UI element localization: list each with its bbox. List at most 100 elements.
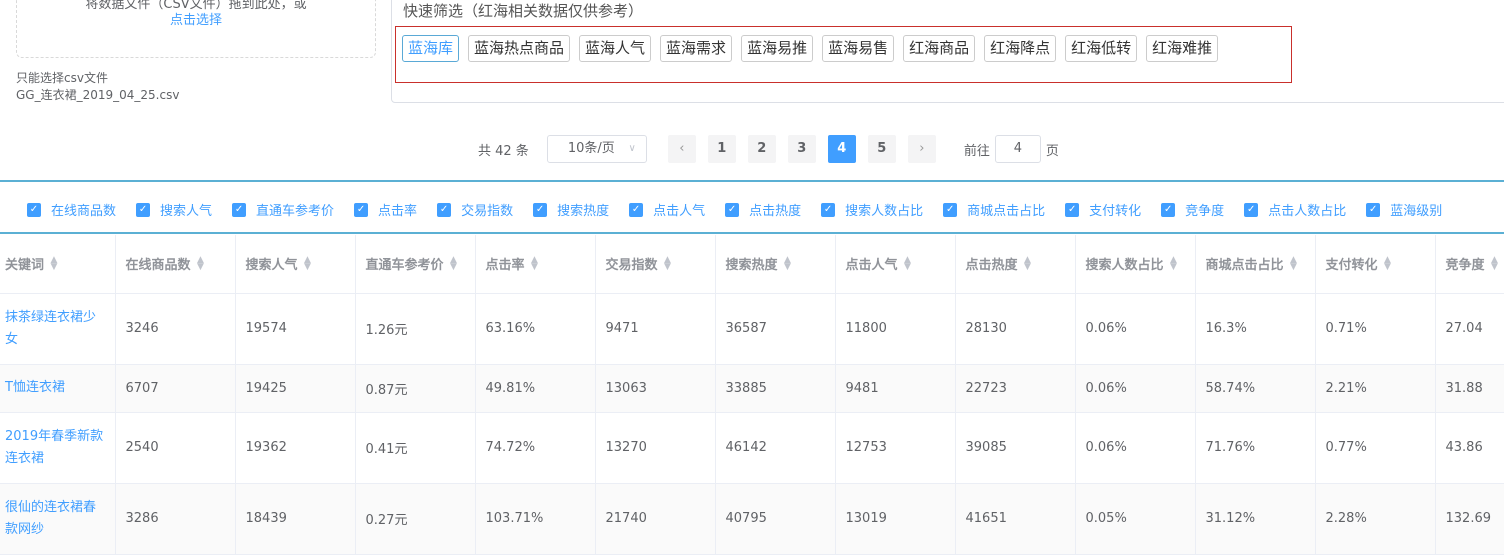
page-button[interactable]: 5 (867, 135, 896, 163)
keyword-link[interactable]: T恤连衣裙 (0, 364, 116, 413)
keyword-link[interactable]: 抹茶绿连衣裙少女 (0, 293, 116, 365)
table-row: 很仙的连衣裙春款网纱 3286 18439 0.27元 103.71% 21740 4079… (0, 483, 1504, 555)
quick-filter-tag[interactable]: 蓝海易推 (741, 35, 814, 62)
quick-filter-tag[interactable]: 蓝海需求 (660, 35, 733, 62)
pagination: 共 42 条 10条/页 ∨ ‹ 12345 › 前往 4 页 (478, 135, 1059, 163)
column-header[interactable]: 搜索人气 ▲▼ (235, 235, 356, 294)
goto-page-input[interactable]: 4 (994, 135, 1041, 163)
page-button[interactable]: 2 (747, 135, 776, 163)
column-toggle-checkbox[interactable]: ✓ 搜索热度 (533, 200, 609, 219)
column-header[interactable]: 点击热度 ▲▼ (955, 235, 1076, 294)
column-toggle-label: 搜索人气 (160, 204, 213, 219)
column-toggle-checkbox[interactable]: ✓ 点击人气 (629, 200, 705, 219)
table-cell: 6707 (115, 364, 236, 413)
quick-filter-tag[interactable]: 红海商品 (903, 35, 976, 62)
checkbox-checked-icon: ✓ (1161, 202, 1176, 217)
column-header[interactable]: 商城点击占比 ▲▼ (1195, 235, 1316, 294)
table-cell: 21740 (595, 483, 716, 555)
sort-icon[interactable]: ▲▼ (903, 255, 913, 269)
sort-icon[interactable]: ▲▼ (530, 255, 540, 269)
quick-filter-tag[interactable]: 蓝海热点商品 (468, 35, 571, 62)
table-cell: 0.77% (1315, 412, 1436, 484)
column-toggle-checkbox[interactable]: ✓ 商城点击占比 (943, 200, 1045, 219)
sort-icon[interactable]: ▲▼ (1023, 255, 1033, 269)
table-cell: 31.88 (1435, 364, 1504, 413)
checkbox-checked-icon: ✓ (821, 202, 836, 217)
table-cell: 33885 (715, 364, 836, 413)
quick-filter-tags: 蓝海库 蓝海热点商品 蓝海人气 蓝海需求 蓝海易推 蓝海易售 红海商品 红海降点 红海低转 红海难… (402, 35, 1219, 62)
checkbox-checked-icon: ✓ (629, 202, 644, 217)
column-toggle-checkbox[interactable]: ✓ 搜索人气 (136, 200, 212, 219)
checkbox-checked-icon: ✓ (533, 202, 548, 217)
upload-pick-link[interactable]: 点击选择 (17, 9, 375, 28)
sort-icon[interactable]: ▲▼ (449, 255, 459, 269)
table-cell: 46142 (715, 412, 836, 484)
column-header[interactable]: 关键词 ▲▼ (0, 235, 116, 294)
quick-filter-tag[interactable]: 蓝海库 (402, 35, 460, 62)
column-header[interactable]: 竞争度 ▲▼ (1435, 235, 1504, 294)
next-page-button[interactable]: › (907, 135, 936, 163)
table-cell: 0.06% (1075, 293, 1196, 365)
table-cell: 13063 (595, 364, 716, 413)
table-cell: 41651 (955, 483, 1076, 555)
column-toggle-checkbox[interactable]: ✓ 搜索人数占比 (821, 200, 923, 219)
goto-label: 前往 (963, 143, 990, 159)
sort-icon[interactable]: ▲▼ (783, 255, 793, 269)
table-cell: 43.86 (1435, 412, 1504, 484)
upload-dropzone[interactable]: 将数据文件（CSV文件）拖到此处，或 点击选择 (16, 0, 376, 58)
column-header[interactable]: 直通车参考价 ▲▼ (355, 235, 476, 294)
column-header[interactable]: 搜索热度 ▲▼ (715, 235, 836, 294)
column-toggle-checkbox[interactable]: ✓ 点击热度 (725, 200, 801, 219)
column-header[interactable]: 点击率 ▲▼ (475, 235, 596, 294)
page-suffix: 页 (1045, 143, 1059, 159)
column-toggle-bar: ✓ 在线商品数 ✓ 搜索人气 ✓ 直通车参考价 ✓ 点击率 ✓ 交易指数 ✓ 搜索热度 ✓ 点击人气 ✓ 点击… (0, 180, 1504, 234)
column-toggle-checkbox[interactable]: ✓ 在线商品数 (27, 200, 116, 219)
column-toggle-checkbox[interactable]: ✓ 点击率 (354, 200, 417, 219)
column-toggle-checkbox[interactable]: ✓ 交易指数 (437, 200, 513, 219)
keyword-link[interactable]: 2019年春季新款连衣裙 (0, 412, 116, 484)
column-toggle-checkbox[interactable]: ✓ 蓝海级别 (1366, 200, 1442, 219)
table-cell: 9481 (835, 364, 956, 413)
sort-icon[interactable]: ▲▼ (49, 255, 59, 269)
column-toggle-label: 直通车参考价 (256, 204, 335, 219)
page-button[interactable]: 4 (827, 135, 856, 163)
quick-filter-tag[interactable]: 红海降点 (984, 35, 1057, 62)
checkbox-checked-icon: ✓ (437, 202, 452, 217)
column-header[interactable]: 在线商品数 ▲▼ (115, 235, 236, 294)
quick-filter-tag[interactable]: 蓝海人气 (579, 35, 652, 62)
sort-icon[interactable]: ▲▼ (1169, 255, 1179, 269)
column-toggle-checkbox[interactable]: ✓ 支付转化 (1065, 200, 1141, 219)
table-cell: 71.76% (1195, 412, 1316, 484)
quick-filter-tag[interactable]: 红海低转 (1065, 35, 1138, 62)
column-header-label: 点击人气 (845, 258, 898, 274)
page-button[interactable]: 1 (707, 135, 736, 163)
quick-filter-tag[interactable]: 红海难推 (1146, 35, 1219, 62)
sort-icon[interactable]: ▲▼ (1289, 255, 1299, 269)
table-cell: 0.06% (1075, 364, 1196, 413)
table-cell: 2.28% (1315, 483, 1436, 555)
column-toggle-checkbox[interactable]: ✓ 竞争度 (1161, 200, 1224, 219)
column-toggle-label: 在线商品数 (51, 204, 117, 219)
column-header[interactable]: 交易指数 ▲▼ (595, 235, 716, 294)
table-cell: 19362 (235, 412, 356, 484)
page-size-select[interactable]: 10条/页 ∨ (546, 135, 647, 163)
column-header-label: 点击热度 (965, 258, 1018, 274)
prev-page-button[interactable]: ‹ (667, 135, 696, 163)
table-cell: 0.06% (1075, 412, 1196, 484)
column-header[interactable]: 搜索人数占比 ▲▼ (1075, 235, 1196, 294)
sort-icon[interactable]: ▲▼ (303, 255, 313, 269)
column-header-label: 直通车参考价 (365, 258, 444, 274)
column-header-label: 搜索热度 (725, 258, 778, 274)
column-toggle-checkbox[interactable]: ✓ 直通车参考价 (232, 200, 334, 219)
sort-icon[interactable]: ▲▼ (663, 255, 673, 269)
column-header[interactable]: 点击人气 ▲▼ (835, 235, 956, 294)
sort-icon[interactable]: ▲▼ (1490, 255, 1500, 269)
table-cell: 49.81% (475, 364, 596, 413)
page-button[interactable]: 3 (787, 135, 816, 163)
sort-icon[interactable]: ▲▼ (196, 255, 206, 269)
keyword-link[interactable]: 很仙的连衣裙春款网纱 (0, 483, 116, 555)
sort-icon[interactable]: ▲▼ (1383, 255, 1393, 269)
quick-filter-tag[interactable]: 蓝海易售 (822, 35, 895, 62)
column-toggle-checkbox[interactable]: ✓ 点击人数占比 (1244, 200, 1346, 219)
column-header[interactable]: 支付转化 ▲▼ (1315, 235, 1436, 294)
